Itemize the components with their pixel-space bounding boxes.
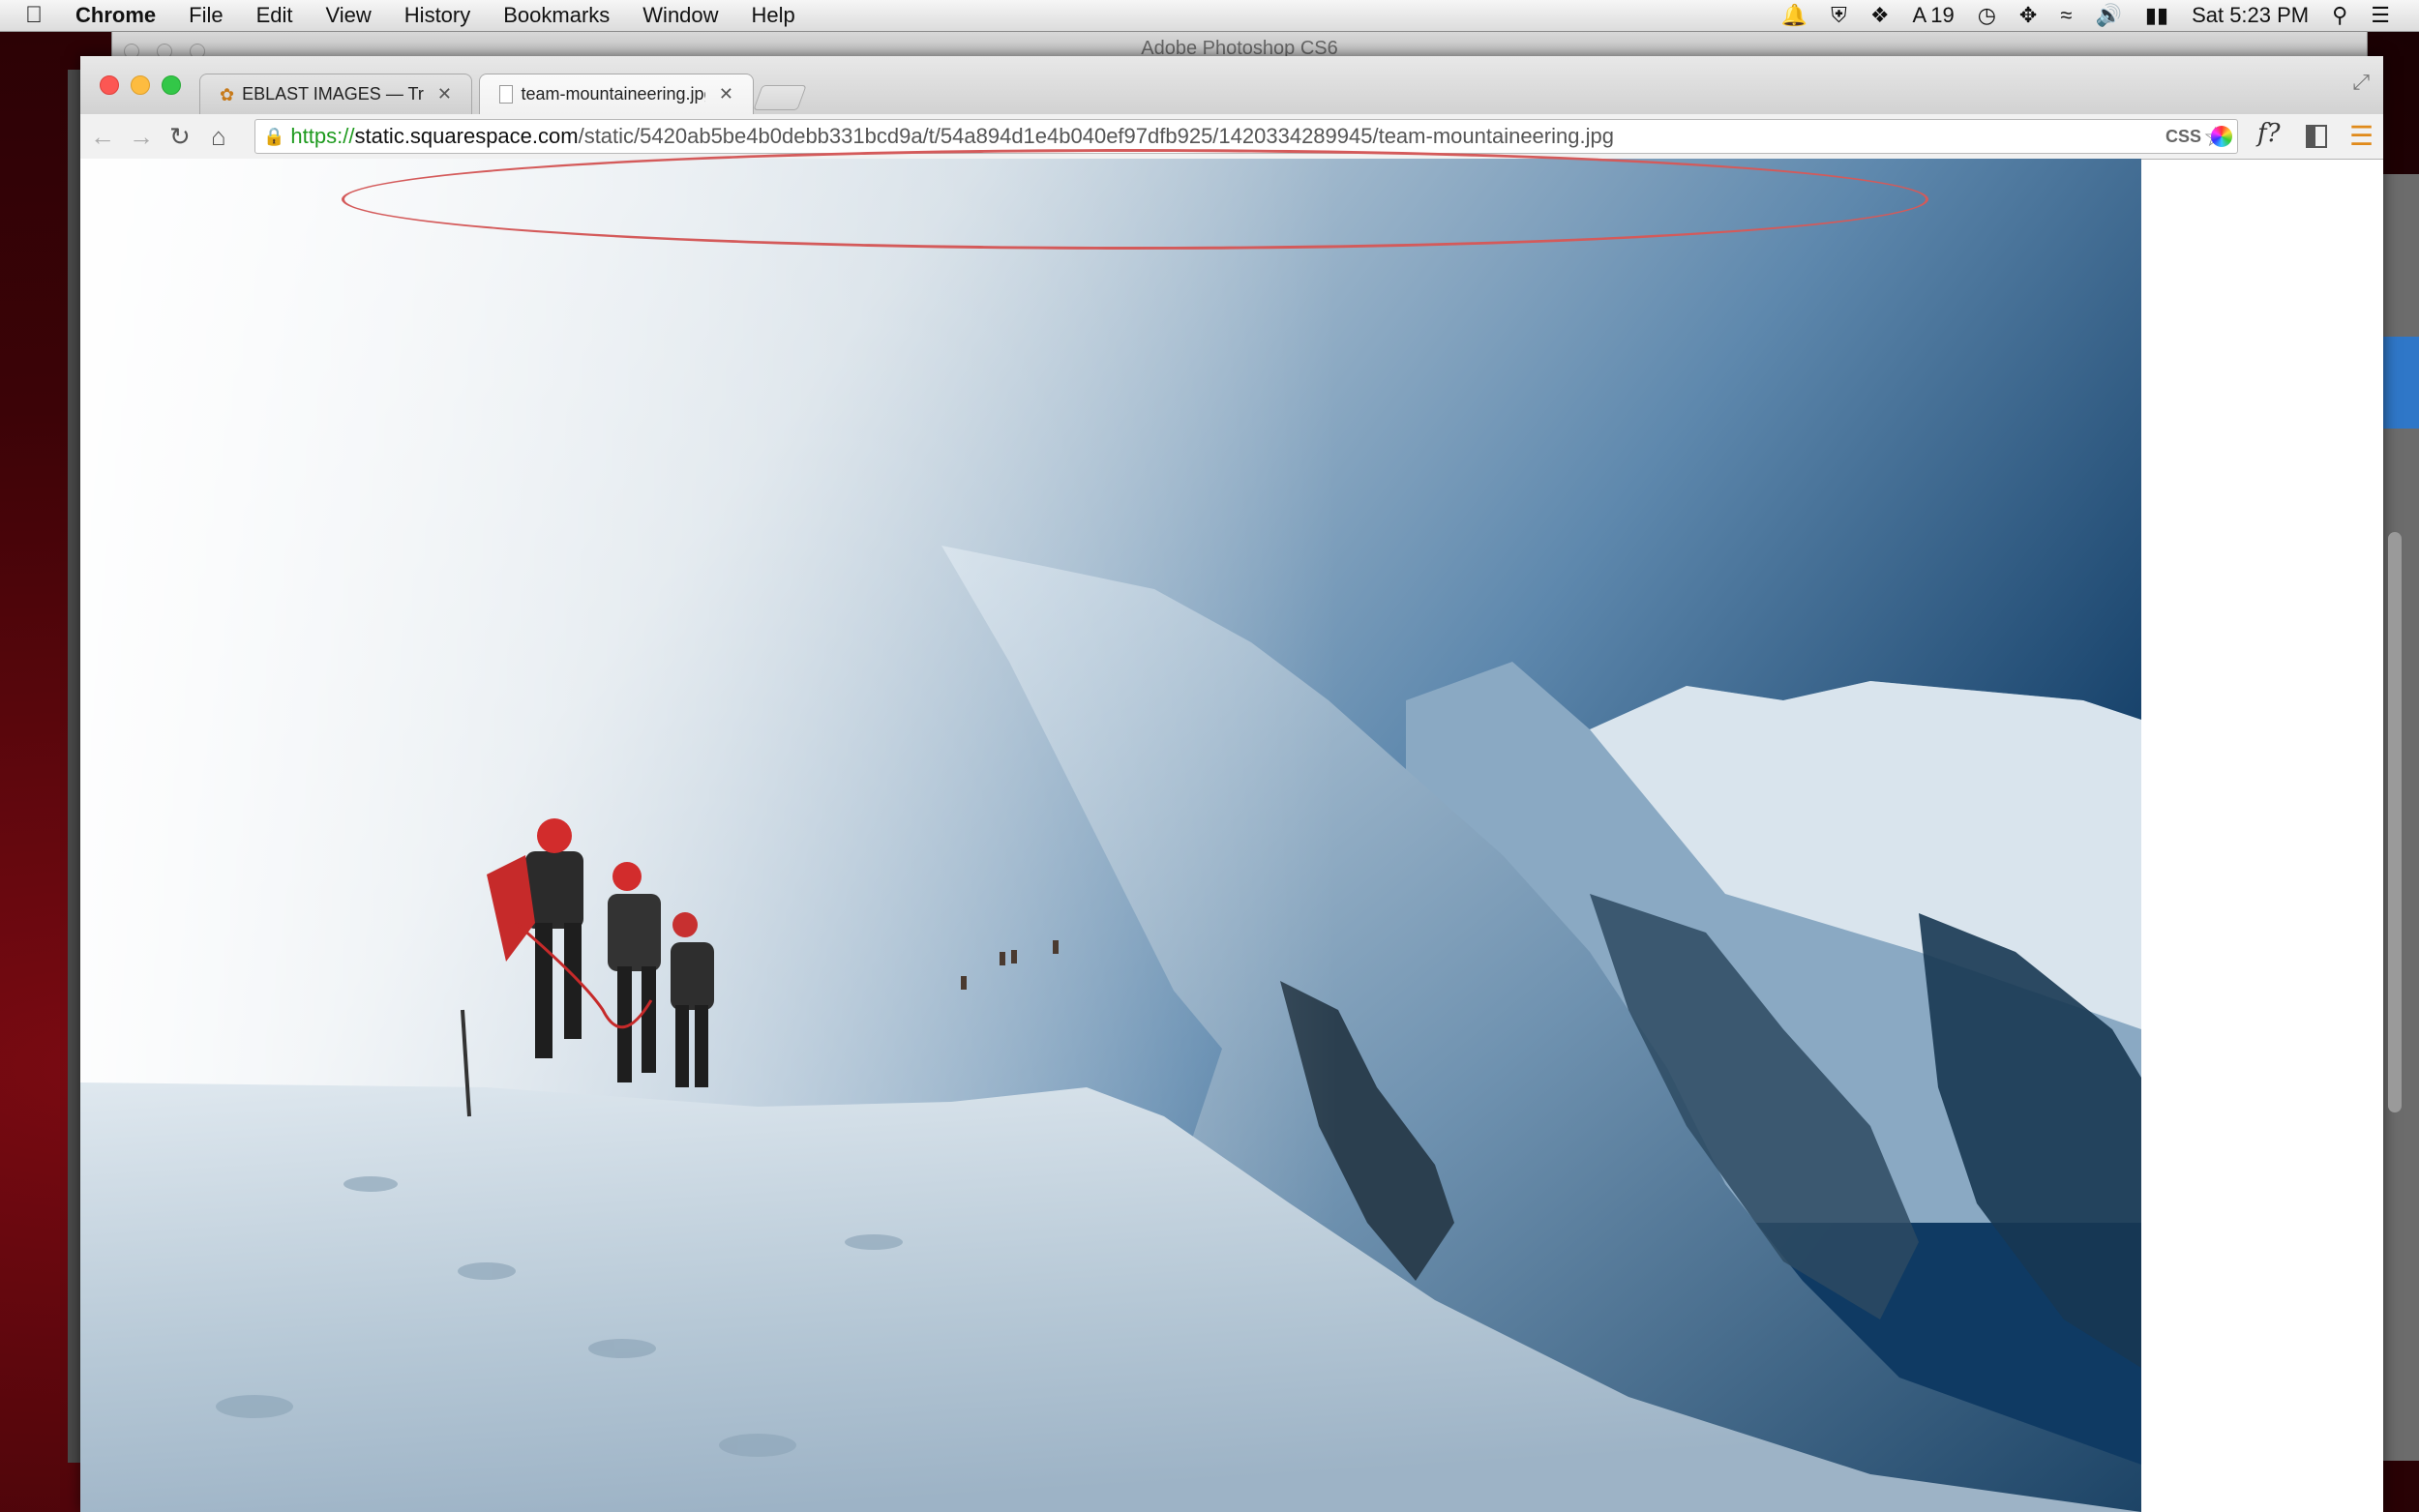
tab-label: EBLAST IMAGES — Triton P (242, 84, 424, 104)
volume-icon[interactable]: 🔊 (2095, 3, 2121, 28)
clock[interactable]: Sat 5:23 PM (2192, 3, 2309, 28)
dropbox-icon[interactable]: ❖ (1870, 3, 1890, 28)
notification-bell-icon[interactable]: 🔔 (1781, 3, 1807, 28)
battery-icon[interactable]: ▮▮ (2145, 3, 2168, 28)
font-extension-icon[interactable]: f? (2257, 119, 2281, 148)
css-extension-icon[interactable]: CSS (2165, 127, 2201, 147)
tab-label: team-mountaineering.jpg (521, 84, 705, 104)
close-window-icon[interactable] (100, 75, 119, 95)
menu-edit[interactable]: Edit (256, 3, 293, 28)
shield-icon[interactable]: ⛨ (1831, 3, 1847, 28)
color-picker-icon[interactable] (2211, 126, 2232, 147)
tab-close-icon[interactable]: ✕ (437, 84, 452, 104)
image-viewer (80, 159, 2141, 1512)
zoom-window-icon[interactable] (162, 75, 181, 95)
fullscreen-icon[interactable]: ⤢ (2352, 70, 2370, 95)
browser-window: ✿ EBLAST IMAGES — Triton P ✕ team-mounta… (80, 56, 2383, 1512)
photoshop-panel-selection[interactable] (2382, 337, 2419, 429)
menu-bar:  Chrome File Edit View History Bookmark… (0, 0, 2419, 32)
mountaineering-photo (80, 159, 2141, 1512)
back-arrow-icon[interactable]: ← (90, 122, 115, 152)
reload-icon[interactable]: ↻ (169, 122, 191, 152)
spotlight-search-icon[interactable]: ⚲ (2332, 3, 2347, 28)
scrollbar[interactable] (2388, 532, 2402, 1112)
browser-toolbar: ← → ↻ ⌂ 🔒 https:// static.squarespace.co… (80, 114, 2383, 160)
move-icon[interactable]: ✥ (2019, 3, 2037, 28)
tab-eblast-images[interactable]: ✿ EBLAST IMAGES — Triton P ✕ (199, 74, 472, 114)
menu-bookmarks[interactable]: Bookmarks (503, 3, 610, 28)
time-machine-icon[interactable]: ◷ (1978, 3, 1996, 28)
forward-arrow-icon[interactable]: → (129, 122, 154, 152)
document-favicon-icon (499, 85, 514, 104)
menu-help[interactable]: Help (752, 3, 795, 28)
minimize-window-icon[interactable] (131, 75, 150, 95)
new-tab-button[interactable] (753, 85, 807, 110)
menu-app-name[interactable]: Chrome (75, 3, 156, 28)
badge-count[interactable]: 19 (1930, 3, 1954, 28)
lock-icon[interactable]: 🔒 (263, 127, 284, 147)
menu-view[interactable]: View (326, 3, 372, 28)
tab-strip: ✿ EBLAST IMAGES — Triton P ✕ team-mounta… (80, 56, 2383, 114)
status-area: 🔔 ⛨ ❖ A 19 ◷ ✥ ≈ 🔊 ▮▮ Sat 5:23 PM ⚲ ☰ (1770, 3, 2419, 28)
home-icon[interactable]: ⌂ (211, 122, 226, 152)
tab-team-mountaineering[interactable]: team-mountaineering.jpg ✕ (479, 74, 754, 114)
address-bar[interactable]: 🔒 https:// static.squarespace.com /stati… (254, 119, 2238, 154)
tab-close-icon[interactable]: ✕ (719, 84, 733, 104)
notification-center-icon[interactable]: ☰ (2371, 3, 2390, 28)
menu-file[interactable]: File (189, 3, 223, 28)
wifi-icon[interactable]: ≈ (2060, 3, 2072, 28)
menu-history[interactable]: History (404, 3, 470, 28)
url-scheme: https:// (290, 124, 355, 148)
apple-icon[interactable]:  (0, 2, 68, 29)
url-host: static.squarespace.com (354, 124, 579, 148)
panel-layout-icon[interactable] (2306, 125, 2327, 148)
image-favicon-icon: ✿ (220, 84, 235, 104)
menu-window[interactable]: Window (642, 3, 718, 28)
chrome-menu-icon[interactable]: ☰ (2349, 120, 2374, 152)
url-path: /static/5420ab5be4b0debb331bcd9a/t/54a89… (578, 124, 1614, 148)
window-controls (100, 75, 193, 95)
adobe-icon[interactable]: A (1913, 3, 1927, 28)
